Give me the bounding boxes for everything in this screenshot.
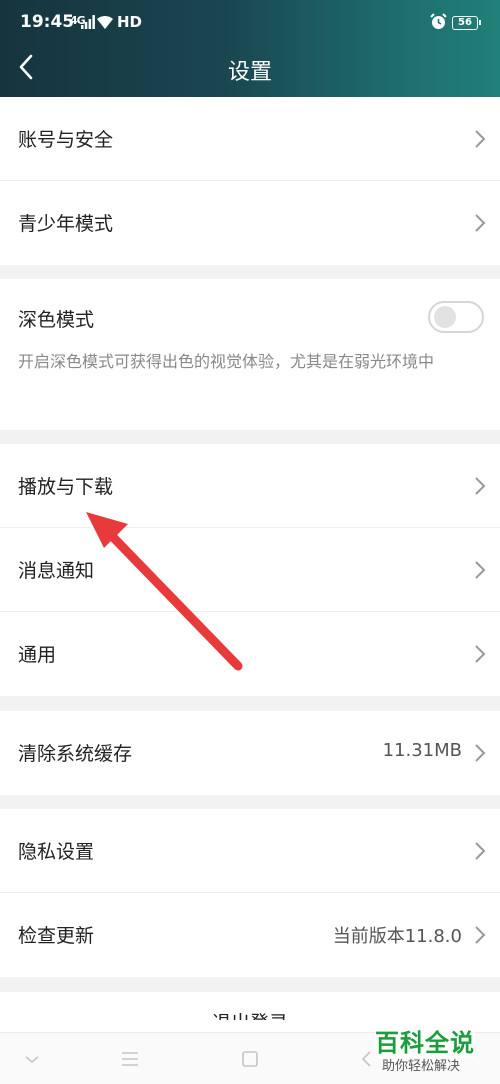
battery-indicator: 56: [452, 16, 481, 30]
dark-mode-title: 深色模式: [18, 309, 95, 331]
account-group: 账号与安全 青少年模式: [0, 97, 500, 265]
chevron-right-icon: [475, 926, 486, 944]
dark-mode-description: 开启深色模式可获得出色的视觉体验，尤其是在弱光环境中: [18, 352, 435, 371]
logout-label: 退出登录: [0, 1008, 500, 1020]
watermark-subtitle: 助你轻松解决: [382, 1059, 461, 1074]
settings-row-account-security[interactable]: 账号与安全: [0, 97, 500, 181]
row-label: 播放与下载: [18, 476, 114, 498]
chevron-right-icon: [475, 214, 486, 232]
cache-size: 11.31MB: [382, 740, 462, 761]
menu-icon[interactable]: [118, 1047, 142, 1071]
toggle-knob: [434, 306, 456, 328]
settings-row-check-update[interactable]: 检查更新 当前版本11.8.0: [0, 893, 500, 977]
settings-row-teen-mode[interactable]: 青少年模式: [0, 181, 500, 265]
page-title: 设置: [227, 60, 272, 85]
row-label: 消息通知: [18, 560, 95, 582]
settings-row-general[interactable]: 通用: [0, 612, 500, 696]
hd-indicator: HD: [117, 13, 143, 31]
row-label: 隐私设置: [18, 841, 95, 863]
watermark-title: 百科全说: [375, 1023, 475, 1058]
home-icon[interactable]: [238, 1047, 262, 1071]
media-group: 播放与下载 消息通知 通用: [0, 444, 500, 696]
wifi-icon: [97, 15, 113, 29]
row-label: 青少年模式: [18, 213, 114, 235]
cache-group: 清除系统缓存 11.31MB: [0, 711, 500, 795]
app-header: 19:45 4G HD 56 设置: [0, 0, 500, 97]
chevron-right-icon: [475, 744, 486, 762]
settings-row-playback-download[interactable]: 播放与下载: [0, 444, 500, 528]
signal-icon: [81, 15, 95, 29]
chevron-right-icon: [475, 130, 486, 148]
row-label: 通用: [18, 644, 57, 666]
chevron-right-icon: [475, 561, 486, 579]
row-label: 清除系统缓存: [18, 743, 133, 765]
status-time: 19:45: [20, 12, 75, 32]
chevron-right-icon: [475, 842, 486, 860]
current-version: 当前版本11.8.0: [332, 926, 462, 947]
chevron-right-icon: [475, 645, 486, 663]
settings-row-clear-cache[interactable]: 清除系统缓存 11.31MB: [0, 711, 500, 795]
alarm-icon: [430, 13, 447, 29]
chevron-down-icon[interactable]: [20, 1047, 44, 1071]
row-label: 检查更新: [18, 925, 95, 947]
chevron-right-icon: [475, 477, 486, 495]
status-bar: 19:45 4G HD 56: [0, 0, 500, 40]
settings-row-notifications[interactable]: 消息通知: [0, 528, 500, 612]
dark-mode-toggle[interactable]: [428, 301, 484, 333]
row-label: 账号与安全: [18, 129, 114, 151]
settings-row-privacy[interactable]: 隐私设置: [0, 809, 500, 893]
dark-mode-group: 深色模式 开启深色模式可获得出色的视觉体验，尤其是在弱光环境中: [0, 279, 500, 430]
privacy-group: 隐私设置 检查更新 当前版本11.8.0: [0, 809, 500, 977]
